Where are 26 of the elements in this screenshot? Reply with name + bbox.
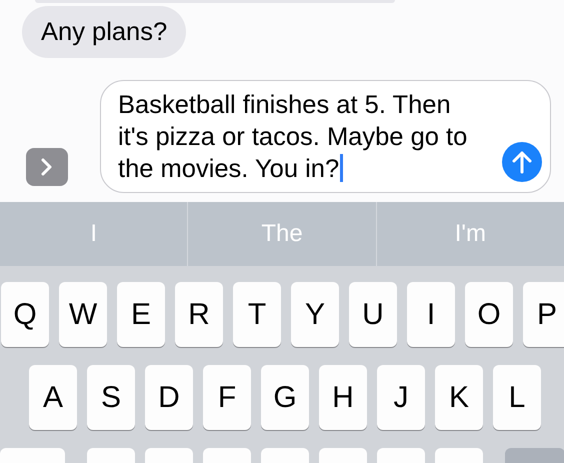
- keyboard-key[interactable]: K: [435, 365, 483, 430]
- keyboard-key[interactable]: I: [407, 282, 455, 347]
- keyboard-key[interactable]: W: [59, 282, 107, 347]
- keyboard-key[interactable]: A: [29, 365, 77, 430]
- send-button[interactable]: [502, 142, 542, 182]
- keyboard-key[interactable]: J: [377, 365, 425, 430]
- message-bubble: Any plans?: [22, 6, 186, 58]
- expand-button[interactable]: [26, 148, 68, 186]
- keyboard-key[interactable]: Y: [291, 282, 339, 347]
- chevron-icon: [40, 158, 54, 176]
- keyboard-key[interactable]: E: [117, 282, 165, 347]
- keyboard-key[interactable]: L: [493, 365, 541, 430]
- keyboard-key[interactable]: P: [523, 282, 564, 347]
- keyboard-key[interactable]: F: [203, 365, 251, 430]
- keyboard-key[interactable]: U: [349, 282, 397, 347]
- keyboard-key[interactable]: Q: [1, 282, 49, 347]
- keyboard-key[interactable]: O: [465, 282, 513, 347]
- keyboard-key[interactable]: H: [319, 365, 367, 430]
- keyboard-key[interactable]: T: [233, 282, 281, 347]
- keyboard-key[interactable]: D: [145, 365, 193, 430]
- keyboard-key[interactable]: S: [87, 365, 135, 430]
- arrow-up-icon: [511, 150, 533, 174]
- typed-text: Basketball finishes at 5. Then it's pizza or tacos. Maybe go to the movies. You in?: [118, 90, 468, 185]
- message-field[interactable]: Basketball finishes at 5. Then it's pizza or tacos. Maybe go to the movies. You in?: [100, 80, 551, 193]
- keyboard-key[interactable]: R: [175, 282, 223, 347]
- keyboard-key[interactable]: G: [261, 365, 309, 430]
